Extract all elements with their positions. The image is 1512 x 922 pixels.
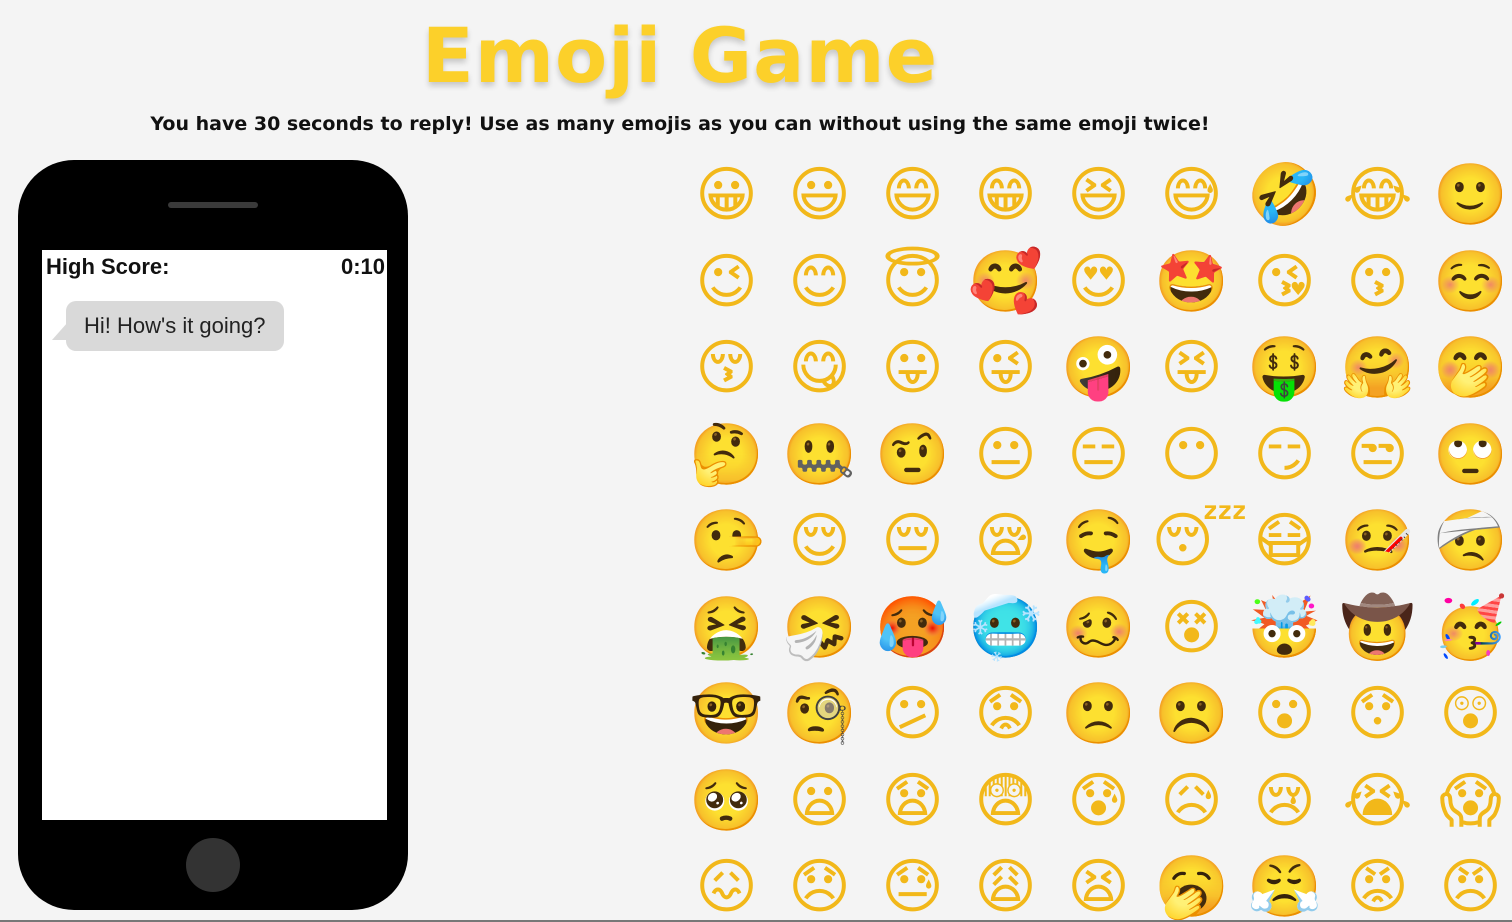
emoji-button[interactable]: 🧐: [780, 679, 860, 757]
emoji-button[interactable]: 😚: [687, 333, 767, 411]
emoji-button[interactable]: 🤩: [1152, 247, 1232, 325]
emoji-button[interactable]: 😦: [780, 766, 860, 844]
emoji-button[interactable]: 🤤: [1059, 506, 1139, 584]
emoji-button[interactable]: 😘: [1245, 247, 1325, 325]
page-title: Emoji Game: [421, 11, 939, 100]
emoji-button[interactable]: 😃: [780, 160, 860, 238]
phone-screen: High Score: 0:10 Hi! How's it going?: [42, 250, 387, 820]
emoji-button[interactable]: 🤑: [1245, 333, 1325, 411]
emoji-button[interactable]: 🤣: [1245, 160, 1325, 238]
emoji-button[interactable]: 😶: [1152, 420, 1232, 498]
emoji-button[interactable]: 😞: [780, 852, 860, 922]
emoji-button[interactable]: 🤮: [687, 593, 767, 671]
emoji-button[interactable]: 🤥: [687, 506, 767, 584]
countdown-timer: 0:10: [340, 254, 385, 279]
emoji-button[interactable]: 😇: [873, 247, 953, 325]
emoji-button[interactable]: 🥳: [1431, 593, 1511, 671]
emoji-button[interactable]: 🤔: [687, 420, 767, 498]
emoji-button[interactable]: ☺️: [1431, 247, 1511, 325]
emoji-button[interactable]: 😟: [966, 679, 1046, 757]
emoji-button[interactable]: 😕: [873, 679, 953, 757]
emoji-button[interactable]: 😔: [873, 506, 953, 584]
emoji-button[interactable]: 🤒: [1338, 506, 1418, 584]
emoji-button[interactable]: 😷: [1245, 506, 1325, 584]
emoji-button[interactable]: 🤪: [1059, 333, 1139, 411]
phone-mockup: High Score: 0:10 Hi! How's it going?: [18, 160, 408, 910]
emoji-button[interactable]: 😡: [1338, 852, 1418, 922]
score-bar: High Score: 0:10: [46, 254, 385, 280]
emoji-button[interactable]: 😨: [966, 766, 1046, 844]
emoji-button[interactable]: 😉: [687, 247, 767, 325]
emoji-button[interactable]: 😲: [1431, 679, 1511, 757]
emoji-button[interactable]: 😀: [687, 160, 767, 238]
emoji-button[interactable]: 😐: [966, 420, 1046, 498]
emoji-button[interactable]: 🤧: [780, 593, 860, 671]
emoji-button[interactable]: 🤐: [780, 420, 860, 498]
emoji-button[interactable]: 😧: [873, 766, 953, 844]
emoji-button[interactable]: 😠: [1431, 852, 1511, 922]
emoji-button[interactable]: 😝: [1152, 333, 1232, 411]
phone-home-button: [186, 838, 240, 892]
emoji-button[interactable]: 😰: [1059, 766, 1139, 844]
emoji-button[interactable]: 😵: [1152, 593, 1232, 671]
emoji-button[interactable]: 😆: [1059, 160, 1139, 238]
instructions-text: You have 30 seconds to reply! Use as man…: [150, 113, 1210, 135]
emoji-button[interactable]: 😂: [1338, 160, 1418, 238]
emoji-button[interactable]: 😓: [873, 852, 953, 922]
emoji-button[interactable]: 😯: [1338, 679, 1418, 757]
emoji-button[interactable]: 😢: [1245, 766, 1325, 844]
emoji-button[interactable]: 😥: [1152, 766, 1232, 844]
emoji-button[interactable]: 😭: [1338, 766, 1418, 844]
emoji-button[interactable]: 🙁: [1059, 679, 1139, 757]
emoji-button[interactable]: 😖: [687, 852, 767, 922]
emoji-button[interactable]: 🤠: [1338, 593, 1418, 671]
emoji-button[interactable]: 🥴: [1059, 593, 1139, 671]
emoji-button[interactable]: 🥶: [966, 593, 1046, 671]
emoji-button[interactable]: 🥵: [873, 593, 953, 671]
emoji-button[interactable]: 😊: [780, 247, 860, 325]
emoji-button[interactable]: 😜: [966, 333, 1046, 411]
emoji-button[interactable]: 😴: [1152, 506, 1248, 584]
emoji-button[interactable]: 🥱: [1152, 852, 1232, 922]
emoji-button[interactable]: 😌: [780, 506, 860, 584]
emoji-button[interactable]: 😫: [1059, 852, 1139, 922]
emoji-button[interactable]: 🥺: [687, 766, 767, 844]
emoji-button[interactable]: 😄: [873, 160, 953, 238]
emoji-button[interactable]: 🤕: [1431, 506, 1511, 584]
incoming-message-bubble: Hi! How's it going?: [66, 301, 284, 351]
emoji-button[interactable]: 😛: [873, 333, 953, 411]
emoji-game-page: Emoji Game You have 30 seconds to reply!…: [0, 0, 1512, 922]
emoji-button[interactable]: 😗: [1338, 247, 1418, 325]
emoji-button[interactable]: 😋: [780, 333, 860, 411]
emoji-button[interactable]: 😤: [1245, 852, 1325, 922]
emoji-button[interactable]: 🙂: [1431, 160, 1511, 238]
emoji-button[interactable]: 😮: [1245, 679, 1325, 757]
emoji-button[interactable]: 🤭: [1431, 333, 1511, 411]
emoji-picker-grid: 😀 😃 😄 😁 😆 😅 🤣 😂 🙂 😉 😊 😇 🥰 😍 🤩 😘 😗 ☺️ 😚 😋 😛 😜 🤪 😝 🤑 🤗 🤭 🤔 🤐 🤨 😐 😑 😶 😏 😒 🙄 🤥 😌 😔…: [680, 156, 1512, 922]
emoji-button[interactable]: 😁: [966, 160, 1046, 238]
emoji-button[interactable]: ☹️: [1152, 679, 1232, 757]
emoji-button[interactable]: 😑: [1059, 420, 1139, 498]
emoji-button[interactable]: 🥰: [966, 247, 1046, 325]
emoji-button[interactable]: 🤗: [1338, 333, 1418, 411]
emoji-button[interactable]: 🤯: [1245, 593, 1325, 671]
emoji-button[interactable]: 😱: [1431, 766, 1511, 844]
emoji-button[interactable]: 😍: [1059, 247, 1139, 325]
phone-speaker: [168, 202, 258, 208]
emoji-button[interactable]: 🙄: [1431, 420, 1511, 498]
emoji-button[interactable]: 😩: [966, 852, 1046, 922]
emoji-button[interactable]: 🤨: [873, 420, 953, 498]
emoji-button[interactable]: 😅: [1152, 160, 1232, 238]
emoji-button[interactable]: 😏: [1245, 420, 1325, 498]
emoji-button[interactable]: 🤓: [687, 679, 767, 757]
emoji-button[interactable]: 😪: [966, 506, 1046, 584]
high-score-label: High Score:: [46, 254, 170, 279]
emoji-button[interactable]: 😒: [1338, 420, 1418, 498]
